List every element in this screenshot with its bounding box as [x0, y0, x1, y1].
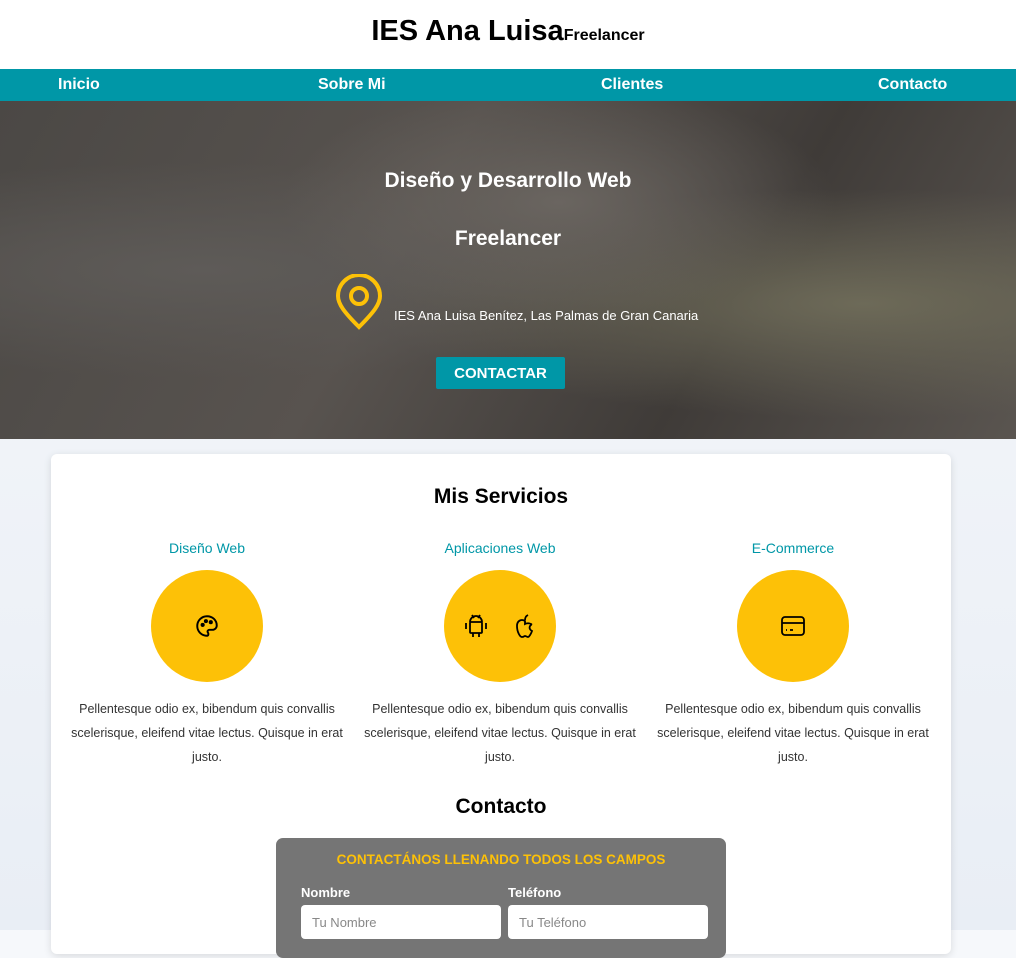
- service-text: Pellentesque odio ex, bibendum quis conv…: [364, 702, 636, 764]
- nav-contacto[interactable]: Contacto: [878, 76, 947, 94]
- apple-icon: [516, 614, 534, 638]
- contact-form: CONTACTÁNOS LLENANDO TODOS LOS CAMPOS No…: [276, 838, 726, 958]
- map-pin-icon: [335, 274, 383, 330]
- hero-heading: Diseño y Desarrollo Web: [384, 169, 632, 192]
- service-e-commerce: E-Commerce Pellentesque odio ex, bibendu…: [647, 540, 939, 769]
- site-header: IES Ana LuisaFreelancer: [0, 0, 1016, 69]
- credit-card-icon: [781, 616, 805, 636]
- nav-inicio[interactable]: Inicio: [58, 76, 100, 94]
- name-input[interactable]: [301, 905, 501, 939]
- service-title: Aplicaciones Web: [444, 540, 556, 556]
- service-text: Pellentesque odio ex, bibendum quis conv…: [71, 702, 343, 764]
- service-aplicaciones-web: Aplicaciones Web Pellentesque odio ex, b…: [354, 540, 646, 769]
- contactar-button[interactable]: CONTACTAR: [436, 357, 565, 389]
- site-title: IES Ana LuisaFreelancer: [371, 15, 645, 47]
- phone-label: Teléfono: [508, 885, 562, 900]
- service-title: Diseño Web: [168, 540, 245, 556]
- location-text: IES Ana Luisa Benítez, Las Palmas de Gra…: [394, 307, 699, 323]
- nav-sobre-mi[interactable]: Sobre Mi: [318, 76, 386, 94]
- services-card: Mis Servicios Diseño Web Pellentesque od…: [51, 454, 951, 958]
- palette-icon: [196, 615, 218, 637]
- main-nav: Inicio Sobre Mi Clientes Contacto: [0, 69, 1016, 101]
- location: IES Ana Luisa Benítez, Las Palmas de Gra…: [334, 274, 698, 330]
- phone-input[interactable]: [508, 905, 708, 939]
- name-label: Nombre: [301, 885, 351, 900]
- service-diseno-web: Diseño Web Pellentesque odio ex, bibendu…: [61, 540, 353, 769]
- android-icon: [465, 614, 487, 637]
- nav-clientes[interactable]: Clientes: [601, 76, 663, 94]
- service-text: Pellentesque odio ex, bibendum quis conv…: [657, 702, 929, 764]
- service-title: E-Commerce: [751, 540, 835, 556]
- hero: Diseño y Desarrollo Web Freelancer IES A…: [0, 101, 1016, 439]
- contact-title: Contacto: [455, 795, 547, 818]
- form-title: CONTACTÁNOS LLENANDO TODOS LOS CAMPOS: [336, 852, 666, 867]
- services-title: Mis Servicios: [433, 485, 569, 508]
- hero-subheading: Freelancer: [454, 227, 562, 250]
